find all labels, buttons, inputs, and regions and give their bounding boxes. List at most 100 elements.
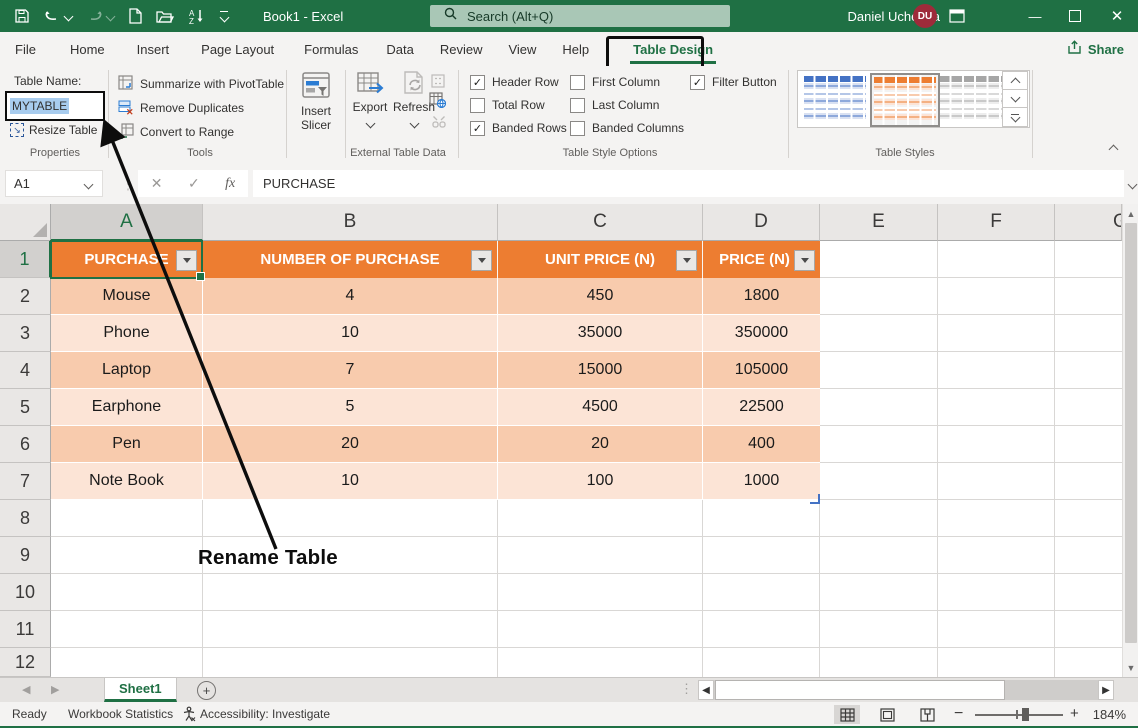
tab-page-layout[interactable]: Page Layout	[188, 32, 287, 66]
row-header-12[interactable]: 12	[0, 648, 51, 677]
summarize-pivottable-button[interactable]: Summarize with PivotTable	[118, 73, 284, 95]
cell-C2[interactable]: 450	[498, 278, 703, 315]
zoom-in-button[interactable]: +	[1070, 705, 1079, 722]
vertical-scrollbar[interactable]: ▲ ▼	[1122, 204, 1138, 677]
table-header-price[interactable]: PRICE (N)	[703, 241, 820, 278]
scroll-up-icon[interactable]: ▲	[1123, 205, 1138, 222]
accessibility-status[interactable]: Accessibility: Investigate	[200, 707, 330, 721]
cell-C6[interactable]: 20	[498, 426, 703, 463]
customize-qat-icon[interactable]	[220, 11, 228, 21]
vertical-scroll-thumb[interactable]	[1125, 223, 1137, 643]
cell-D3[interactable]: 350000	[703, 315, 820, 352]
cell-D6[interactable]: 400	[703, 426, 820, 463]
horizontal-scrollbar[interactable]: ◀ ▶	[698, 680, 1114, 700]
export-button[interactable]: Export	[350, 71, 390, 130]
share-button[interactable]: Share	[1067, 34, 1124, 64]
tab-review[interactable]: Review	[427, 32, 496, 66]
row-header-1[interactable]: 1	[0, 241, 51, 278]
column-header-D[interactable]: D	[703, 204, 820, 241]
remove-duplicates-button[interactable]: ✕ Remove Duplicates	[118, 97, 244, 119]
checkbox-banded-rows[interactable]: ✓Banded Rows	[470, 120, 567, 136]
insert-function-icon[interactable]: fx	[225, 176, 235, 192]
column-header-A[interactable]: A	[51, 204, 203, 241]
checkbox-filter-button[interactable]: ✓Filter Button	[690, 74, 777, 90]
tab-view[interactable]: View	[495, 32, 549, 66]
cell-A5[interactable]: Earphone	[51, 389, 203, 426]
expand-formula-bar-icon[interactable]	[1129, 175, 1136, 193]
table-header-unit-price[interactable]: UNIT PRICE (N)	[498, 241, 703, 278]
avatar[interactable]: DU	[913, 4, 937, 28]
cell-D4[interactable]: 105000	[703, 352, 820, 389]
cell-B4[interactable]: 7	[203, 352, 498, 389]
collapse-ribbon-icon[interactable]	[1110, 142, 1117, 156]
cell-A7[interactable]: Note Book	[51, 463, 203, 500]
cell-C4[interactable]: 15000	[498, 352, 703, 389]
cell-C5[interactable]: 4500	[498, 389, 703, 426]
row-header-10[interactable]: 10	[0, 574, 51, 611]
cell-D7[interactable]: 1000	[703, 463, 820, 500]
table-style-orange-selected[interactable]	[870, 73, 940, 127]
close-button[interactable]: ✕	[1100, 0, 1134, 32]
save-icon[interactable]	[14, 8, 30, 24]
search-box[interactable]: Search (Alt+Q)	[430, 5, 730, 27]
convert-to-range-button[interactable]: Convert to Range	[118, 121, 234, 143]
insert-slicer-button[interactable]: Insert Slicer	[293, 71, 339, 132]
tab-data[interactable]: Data	[373, 32, 426, 66]
name-box[interactable]: A1	[5, 170, 103, 197]
scroll-right-icon[interactable]: ▶	[1098, 680, 1114, 700]
tab-file[interactable]: File	[2, 32, 49, 66]
undo-button[interactable]	[44, 9, 72, 24]
tab-home[interactable]: Home	[57, 32, 118, 66]
cell-A6[interactable]: Pen	[51, 426, 203, 463]
checkbox-header-row[interactable]: ✓Header Row	[470, 74, 559, 90]
cell-B3[interactable]: 10	[203, 315, 498, 352]
cancel-icon[interactable]: ✕	[151, 175, 163, 192]
enter-icon[interactable]: ✓	[188, 175, 200, 192]
row-header-11[interactable]: 11	[0, 611, 51, 648]
column-header-G[interactable]: G	[1055, 204, 1122, 241]
page-break-view-button[interactable]	[914, 705, 940, 724]
zoom-slider-thumb[interactable]	[1022, 708, 1029, 721]
cell-D5[interactable]: 22500	[703, 389, 820, 426]
fill-handle[interactable]	[196, 272, 205, 281]
maximize-button[interactable]	[1058, 0, 1092, 32]
open-file-icon[interactable]	[156, 9, 174, 24]
row-header-8[interactable]: 8	[0, 500, 51, 537]
cell-A2[interactable]: Mouse	[51, 278, 203, 315]
minimize-button[interactable]: —	[1018, 0, 1052, 32]
column-header-C[interactable]: C	[498, 204, 703, 241]
formula-input[interactable]: PURCHASE	[253, 170, 1124, 197]
checkbox-last-column[interactable]: Last Column	[570, 97, 659, 113]
column-header-B[interactable]: B	[203, 204, 498, 241]
row-header-7[interactable]: 7	[0, 463, 51, 500]
table-style-gray[interactable]	[939, 75, 1003, 123]
cell-B6[interactable]: 20	[203, 426, 498, 463]
select-all-corner[interactable]	[0, 204, 51, 241]
cell-C3[interactable]: 35000	[498, 315, 703, 352]
row-header-4[interactable]: 4	[0, 352, 51, 389]
cell-B2[interactable]: 4	[203, 278, 498, 315]
page-layout-view-button[interactable]	[874, 705, 900, 724]
scroll-down-icon[interactable]: ▼	[1123, 659, 1138, 676]
ribbon-display-options-icon[interactable]	[940, 0, 974, 32]
filter-button-icon[interactable]	[471, 250, 492, 271]
table-header-number[interactable]: NUMBER OF PURCHASE	[203, 241, 498, 278]
row-header-3[interactable]: 3	[0, 315, 51, 352]
row-header-5[interactable]: 5	[0, 389, 51, 426]
normal-view-button[interactable]	[834, 705, 860, 724]
checkbox-banded-columns[interactable]: Banded Columns	[570, 120, 684, 136]
next-sheet-icon[interactable]: ▶	[51, 683, 59, 696]
cell-B7[interactable]: 10	[203, 463, 498, 500]
row-header-2[interactable]: 2	[0, 278, 51, 315]
workbook-statistics-button[interactable]: Workbook Statistics	[68, 707, 173, 721]
new-sheet-button[interactable]: +	[197, 681, 216, 700]
gallery-more-button[interactable]	[1002, 107, 1028, 127]
filter-button-icon[interactable]	[676, 250, 697, 271]
prev-sheet-icon[interactable]: ◀	[22, 683, 30, 696]
sheet-tab-sheet1[interactable]: Sheet1	[104, 678, 177, 702]
tab-formulas[interactable]: Formulas	[291, 32, 371, 66]
table-style-blue[interactable]	[803, 75, 867, 123]
splitter-handle[interactable]: ⋮	[680, 681, 693, 697]
column-header-E[interactable]: E	[820, 204, 938, 241]
cell-C7[interactable]: 100	[498, 463, 703, 500]
